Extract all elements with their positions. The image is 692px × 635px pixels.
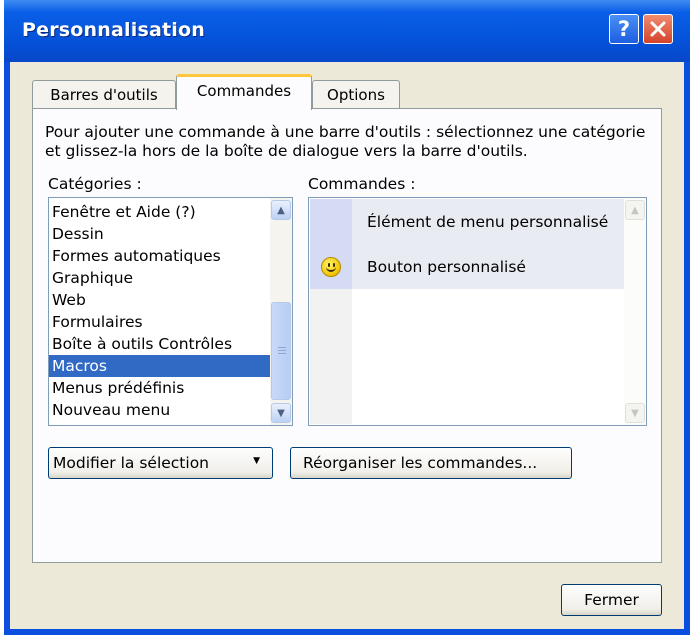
smiley-icon [321, 256, 341, 277]
scroll-up-button[interactable]: ▲ [625, 200, 645, 220]
category-item[interactable]: Web [49, 289, 292, 311]
command-label: Bouton personnalisé [367, 257, 526, 276]
chevron-down-icon: ▼ [277, 407, 285, 419]
scroll-down-button[interactable]: ▼ [625, 403, 645, 423]
category-item[interactable]: Fenêtre et Aide (?) [49, 201, 292, 223]
help-button[interactable]: ? [609, 14, 639, 44]
category-item[interactable]: Nouveau menu [49, 399, 292, 421]
close-button-label: Fermer [584, 591, 639, 609]
chevron-up-icon: ▲ [277, 204, 285, 216]
category-item[interactable]: Dessin [49, 223, 292, 245]
scroll-up-button[interactable]: ▲ [271, 200, 291, 220]
command-icon-slot [310, 244, 352, 289]
commands-listbox[interactable]: Élément de menu personnalisé Bouton pers… [308, 197, 647, 426]
reorganize-commands-label: Réorganiser les commandes... [303, 454, 538, 472]
commands-label: Commandes : [308, 175, 416, 193]
scroll-down-button[interactable]: ▼ [271, 403, 291, 423]
tab-options-label: Options [327, 86, 385, 104]
category-item[interactable]: Boîte à outils Contrôles [49, 333, 292, 355]
title-bar[interactable]: Personnalisation ? [4, 0, 690, 62]
tab-options[interactable]: Options [312, 80, 400, 108]
categories-listbox[interactable]: Fenêtre et Aide (?) Dessin Formes automa… [48, 197, 293, 426]
dialog-window: Personnalisation ? Barres d'outils Comma… [4, 0, 690, 635]
commands-panel: Pour ajouter une commande à une barre d'… [32, 108, 662, 563]
close-icon [650, 21, 666, 37]
reorganize-commands-button[interactable]: Réorganiser les commandes... [290, 447, 572, 479]
category-item[interactable]: Formes automatiques [49, 245, 292, 267]
tab-commands[interactable]: Commandes [176, 74, 312, 110]
command-item-custom-button[interactable]: Bouton personnalisé [310, 244, 646, 289]
window-title: Personnalisation [22, 19, 205, 41]
close-button[interactable]: Fermer [561, 584, 662, 616]
categories-label: Catégories : [48, 175, 142, 193]
command-label: Élément de menu personnalisé [367, 212, 609, 231]
modify-selection-label: Modifier la sélection [53, 454, 209, 472]
scroll-thumb[interactable] [271, 302, 291, 400]
tab-toolbars[interactable]: Barres d'outils [32, 80, 176, 108]
categories-scrollbar[interactable]: ▲ ▼ [270, 198, 292, 425]
chevron-up-icon: ▲ [631, 204, 639, 216]
command-icon-slot [310, 199, 352, 244]
modify-selection-button[interactable]: Modifier la sélection ▼ [48, 447, 273, 479]
instructions-text: Pour ajouter une commande à une barre d'… [45, 123, 646, 160]
help-icon: ? [617, 17, 631, 41]
chevron-down-icon: ▼ [631, 407, 639, 419]
category-item[interactable]: Formulaires [49, 311, 292, 333]
category-item[interactable]: Graphique [49, 267, 292, 289]
category-item[interactable]: Menus prédéfinis [49, 377, 292, 399]
dropdown-arrow-icon: ▼ [253, 456, 260, 466]
close-window-button[interactable] [643, 14, 673, 44]
command-item-custom-menu[interactable]: Élément de menu personnalisé [310, 199, 646, 244]
tab-commands-label: Commandes [196, 82, 292, 100]
dialog-body: Barres d'outils Commandes Options Pour a… [10, 62, 684, 629]
category-item-selected[interactable]: Macros [49, 355, 292, 377]
tab-toolbars-label: Barres d'outils [50, 86, 158, 104]
commands-scrollbar[interactable]: ▲ ▼ [624, 198, 646, 425]
